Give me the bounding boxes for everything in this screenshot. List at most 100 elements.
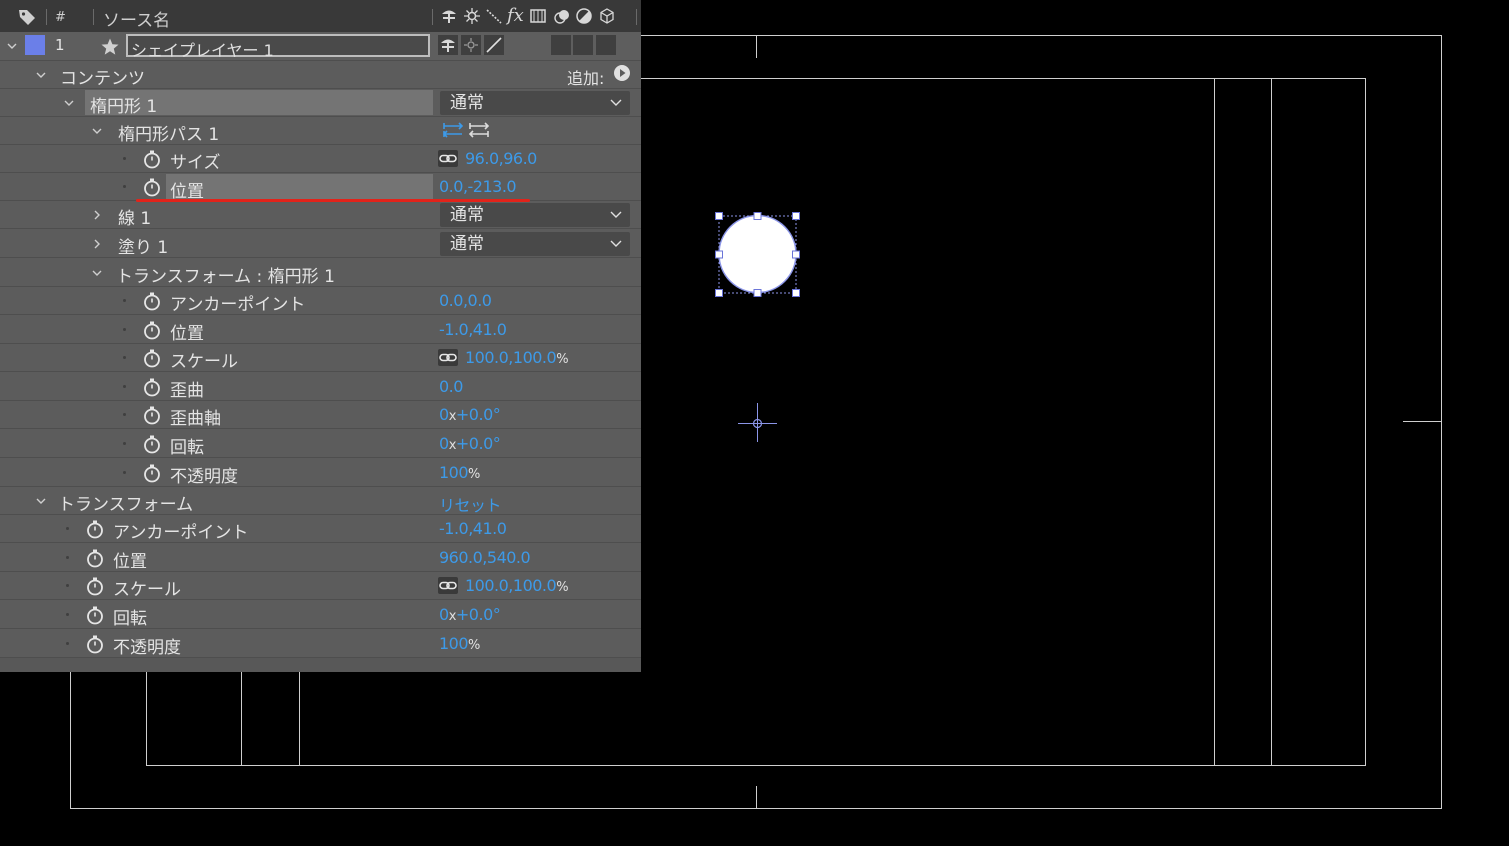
layer-anchor-row[interactable]: アンカーポイント -1.0,41.0 <box>0 515 641 543</box>
ellipse-blend-mode-select[interactable]: 通常 <box>440 91 630 115</box>
adjustment-layer-icon[interactable] <box>575 6 593 26</box>
add-label[interactable]: 追加: <box>567 65 604 89</box>
adjustment-toggle[interactable] <box>573 35 593 55</box>
stopwatch-icon[interactable] <box>85 576 105 596</box>
layer-scale-row[interactable]: スケール 100.0,100.0% <box>0 572 641 600</box>
link-icon[interactable] <box>438 150 458 167</box>
stopwatch-icon[interactable] <box>85 634 105 654</box>
rotation-value[interactable]: 0x+0.0° <box>439 605 501 624</box>
add-circle-icon[interactable] <box>613 64 631 82</box>
twirl-closed-icon[interactable] <box>91 209 103 221</box>
layer-transform-row[interactable]: トランスフォーム リセット <box>0 487 641 515</box>
group-position-row[interactable]: 位置 -1.0,41.0 <box>0 316 641 344</box>
ellipse-group-label[interactable]: 楕円形 1 <box>90 92 157 117</box>
quality-toggle[interactable] <box>484 35 504 55</box>
stroke-blend-mode-select[interactable]: 通常 <box>440 203 630 227</box>
rotation-label: 回転 <box>113 609 147 629</box>
stopwatch-icon[interactable] <box>142 291 162 311</box>
source-name-column-label[interactable]: ソース名 <box>103 6 170 31</box>
rotation-value[interactable]: 0x+0.0° <box>439 434 501 453</box>
position-value[interactable]: -1.0,41.0 <box>439 320 507 339</box>
shy-switch-icon[interactable] <box>440 6 458 26</box>
stopwatch-icon[interactable] <box>142 463 162 483</box>
stopwatch-icon[interactable] <box>142 177 162 197</box>
link-icon[interactable] <box>438 349 458 366</box>
ellipse-shape[interactable] <box>715 212 800 297</box>
frame-blend-icon[interactable] <box>529 6 547 26</box>
anchor-point-value[interactable]: 0.0,0.0 <box>439 291 492 310</box>
fill-row[interactable]: 塗り 1 通常 <box>0 230 641 258</box>
anchor-point-crosshair[interactable] <box>738 403 777 442</box>
fx-icon[interactable]: fx <box>507 6 524 26</box>
scale-value[interactable]: 100.0,100.0% <box>465 348 569 367</box>
layer-name-text: シェイプレイヤー 1 <box>131 41 274 60</box>
collapse-toggle[interactable] <box>461 35 481 55</box>
stopwatch-icon[interactable] <box>142 405 162 425</box>
tag-icon[interactable] <box>17 7 37 27</box>
path-position-value[interactable]: 0.0,-213.0 <box>439 177 517 196</box>
skew-axis-value[interactable]: 0x+0.0° <box>439 405 501 424</box>
fill-blend-mode-select[interactable]: 通常 <box>440 232 630 256</box>
bbox-handle <box>715 250 723 259</box>
reset-link[interactable]: リセット <box>439 492 502 516</box>
twirl-open-icon[interactable] <box>35 69 47 81</box>
group-opacity-row[interactable]: 不透明度 100% <box>0 459 641 487</box>
group-rotation-row[interactable]: 回転 0x+0.0° <box>0 430 641 458</box>
path-position-property-row[interactable]: 位置 0.0,-213.0 <box>0 173 641 202</box>
path-direction-icon[interactable] <box>441 120 465 140</box>
stopwatch-icon[interactable] <box>85 605 105 625</box>
opacity-label: 不透明度 <box>170 467 238 487</box>
stopwatch-icon[interactable] <box>142 377 162 397</box>
opacity-value[interactable]: 100% <box>439 634 480 653</box>
layer-position-row[interactable]: 位置 960.0,540.0 <box>0 544 641 572</box>
group-transform-row[interactable]: トランスフォーム : 楕円形 1 <box>0 259 641 287</box>
twirl-open-icon[interactable] <box>91 125 103 137</box>
stopwatch-icon[interactable] <box>142 434 162 454</box>
motion-blur-toggle[interactable] <box>551 35 571 55</box>
twirl-open-icon[interactable] <box>35 495 47 507</box>
stopwatch-icon[interactable] <box>85 548 105 568</box>
ellipse-path-row[interactable]: 楕円形パス 1 <box>0 117 641 145</box>
group-transform-label: トランスフォーム : 楕円形 1 <box>116 267 335 287</box>
position-label: 位置 <box>113 552 147 572</box>
stopwatch-icon[interactable] <box>142 320 162 340</box>
twirl-open-icon[interactable] <box>63 97 75 109</box>
size-property-row[interactable]: サイズ 96.0,96.0 <box>0 145 641 173</box>
stopwatch-icon[interactable] <box>85 519 105 539</box>
layer-rotation-row[interactable]: 回転 0x+0.0° <box>0 601 641 629</box>
position-value[interactable]: 960.0,540.0 <box>439 548 531 567</box>
twirl-closed-icon[interactable] <box>91 238 103 250</box>
opacity-value[interactable]: 100% <box>439 463 480 482</box>
link-icon[interactable] <box>438 577 458 594</box>
group-skew-row[interactable]: 歪曲 0.0 <box>0 373 641 401</box>
twirl-open-icon[interactable] <box>91 267 103 279</box>
stroke-row[interactable]: 線 1 通常 <box>0 201 641 229</box>
ellipse-group-row[interactable]: 楕円形 1 通常 <box>0 89 641 117</box>
group-skew-axis-row[interactable]: 歪曲軸 0x+0.0° <box>0 401 641 429</box>
3d-toggle[interactable] <box>596 35 616 55</box>
stopwatch-icon[interactable] <box>142 149 162 169</box>
bbox-handle <box>715 289 723 297</box>
layer-name-field[interactable]: シェイプレイヤー 1 <box>126 34 430 60</box>
anchor-point-value[interactable]: -1.0,41.0 <box>439 519 507 538</box>
scale-value[interactable]: 100.0,100.0% <box>465 576 569 595</box>
motion-blur-icon[interactable] <box>552 6 572 26</box>
skew-value[interactable]: 0.0 <box>439 377 463 396</box>
stroke-label[interactable]: 線 1 <box>118 204 151 229</box>
path-direction-reverse-icon[interactable] <box>467 120 491 140</box>
size-value[interactable]: 96.0,96.0 <box>465 149 537 168</box>
group-scale-row[interactable]: スケール 100.0,100.0% <box>0 344 641 372</box>
layer-label-color[interactable] <box>25 35 45 55</box>
3d-layer-icon[interactable] <box>598 6 616 26</box>
stopwatch-icon[interactable] <box>142 348 162 368</box>
star-icon[interactable] <box>100 37 120 57</box>
group-anchor-row[interactable]: アンカーポイント 0.0,0.0 <box>0 287 641 315</box>
fill-label[interactable]: 塗り 1 <box>118 233 168 258</box>
layer-row[interactable]: 1 シェイプレイヤー 1 <box>0 32 641 61</box>
quality-switch-icon[interactable] <box>485 6 503 26</box>
twirl-open-icon[interactable] <box>6 40 18 52</box>
contents-row[interactable]: コンテンツ 追加: <box>0 61 641 89</box>
shy-toggle[interactable] <box>438 35 458 55</box>
layer-opacity-row[interactable]: 不透明度 100% <box>0 630 641 658</box>
collapse-switch-icon[interactable] <box>463 6 481 26</box>
